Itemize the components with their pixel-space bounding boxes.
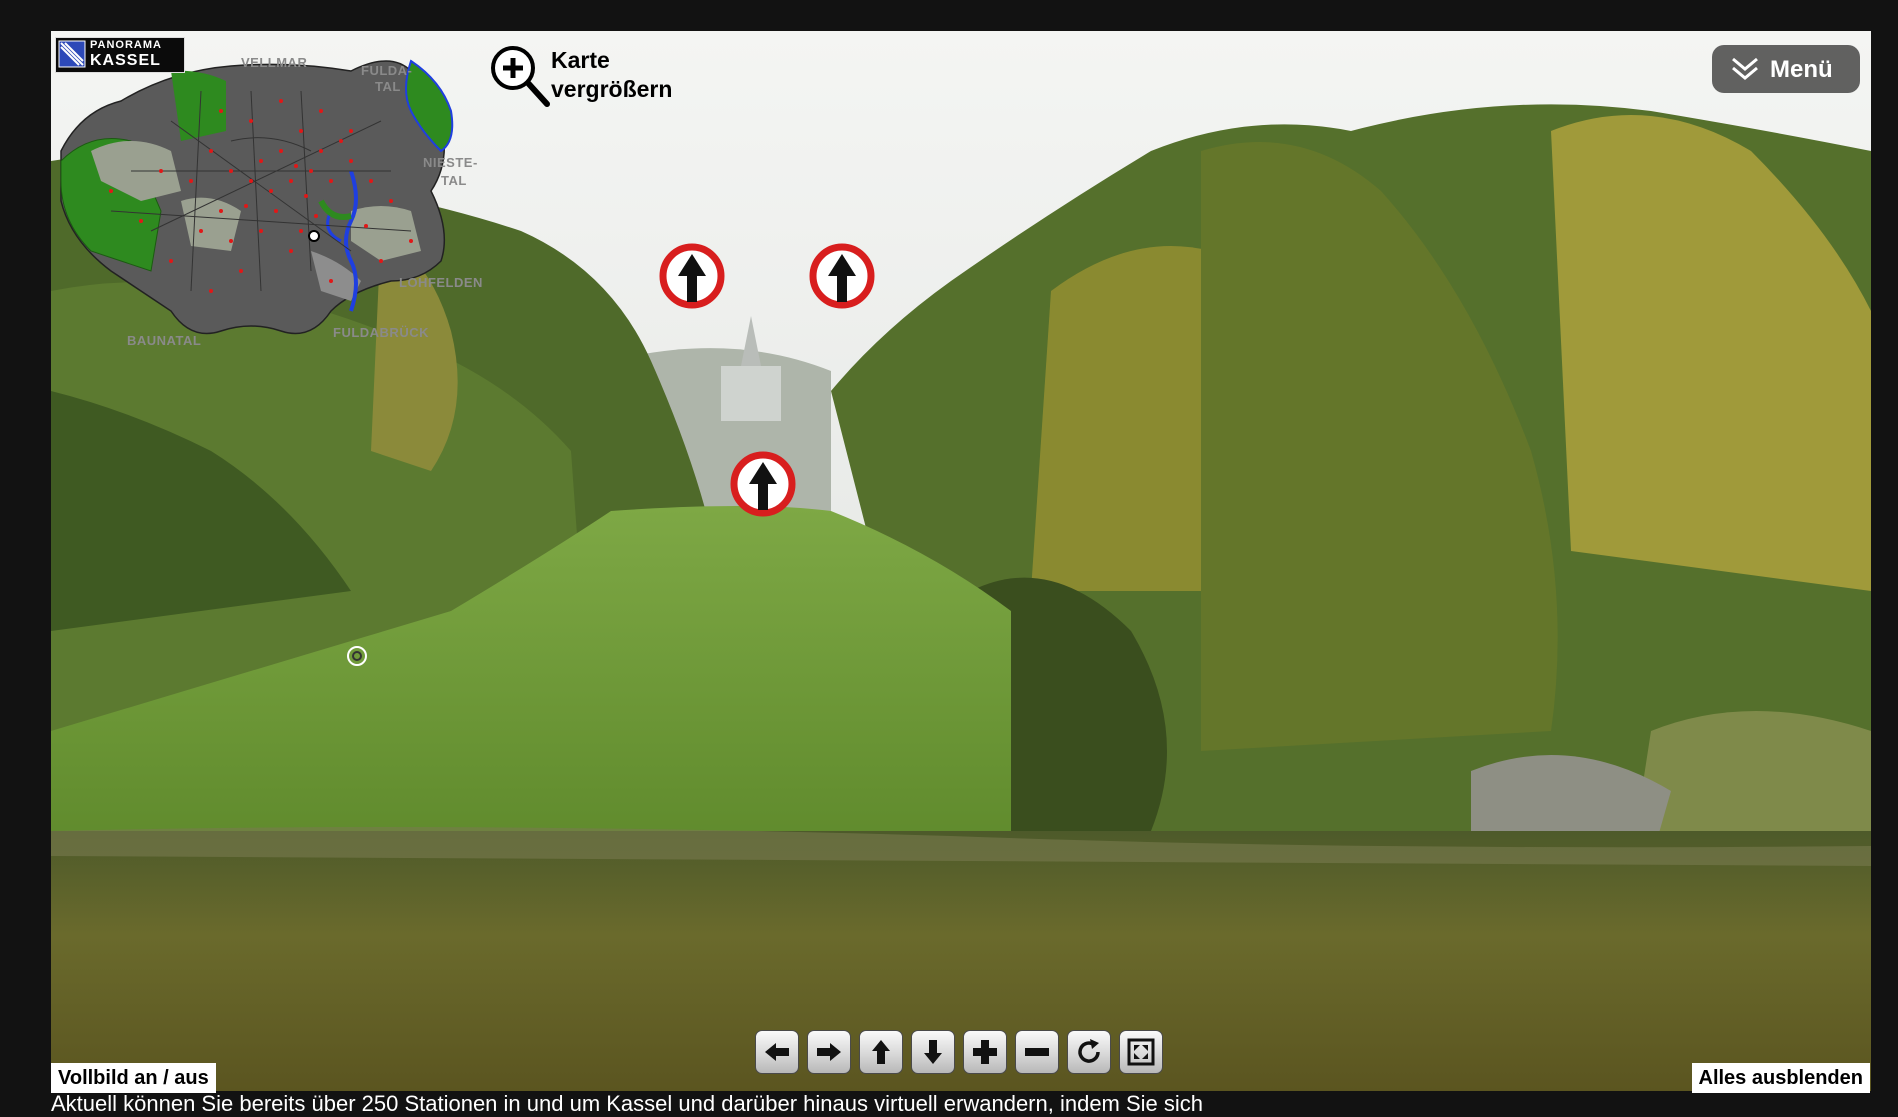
zoom-out-button[interactable] <box>1015 1030 1059 1074</box>
pan-down-button[interactable] <box>911 1030 955 1074</box>
arrow-right-icon <box>817 1043 841 1061</box>
crosshair-icon <box>347 646 367 666</box>
arrow-up-icon <box>872 1040 890 1064</box>
map-label-fulda-tal-1: FULDA- <box>361 63 413 78</box>
arrow-down-icon <box>924 1040 942 1064</box>
panorama-viewer[interactable]: PANORAMA KASSEL VELLMAR FULDA- TAL NIEST… <box>51 31 1871 1091</box>
map-label-nieste-tal-1: NIESTE- <box>423 155 478 170</box>
fullscreen-text-button[interactable]: Vollbild an / aus <box>51 1063 216 1093</box>
navigation-controls <box>755 1030 1175 1076</box>
forward-arrow-hotspot-icon <box>659 243 725 309</box>
map-label-lohfelden: LOHFELDEN <box>399 275 483 290</box>
nav-hotspot-3[interactable] <box>729 450 797 518</box>
logo-top-text: PANORAMA <box>90 39 162 51</box>
panorama-kassel-logo[interactable]: PANORAMA KASSEL <box>55 37 185 73</box>
fullscreen-toggle-button[interactable] <box>1119 1030 1163 1074</box>
map-label-nieste-tal-2: TAL <box>441 173 467 188</box>
pan-left-button[interactable] <box>755 1030 799 1074</box>
map-label-fulda-tal-2: TAL <box>375 79 401 94</box>
rotate-icon <box>1078 1039 1100 1063</box>
arrow-left-icon <box>765 1043 789 1061</box>
double-chevron-down-icon <box>1732 57 1758 80</box>
nav-hotspot-2[interactable] <box>808 242 876 310</box>
map-label-baunatal: BAUNATAL <box>127 333 202 348</box>
overview-map[interactable]: PANORAMA KASSEL VELLMAR FULDA- TAL NIEST… <box>51 31 491 361</box>
enlarge-map-button[interactable]: Karte vergrößern <box>489 44 729 114</box>
hide-all-button[interactable]: Alles ausblenden <box>1691 1063 1870 1093</box>
nav-hotspot-1[interactable] <box>658 242 726 310</box>
zoom-in-magnifier-icon <box>491 46 550 107</box>
forward-arrow-hotspot-icon <box>809 243 875 309</box>
menu-label: Menü <box>1770 56 1833 83</box>
zoom-in-button[interactable] <box>963 1030 1007 1074</box>
autorotate-button[interactable] <box>1067 1030 1111 1074</box>
menu-button[interactable]: Menü <box>1712 45 1860 93</box>
forward-arrow-hotspot-icon <box>730 451 796 517</box>
plus-icon <box>973 1040 997 1064</box>
minus-icon <box>1025 1048 1049 1056</box>
enlarge-map-label: Karte vergrößern <box>551 47 673 102</box>
map-label-vellmar: VELLMAR <box>241 55 308 70</box>
map-label-fuldabrueck: FULDABRÜCK <box>333 325 429 340</box>
pan-right-button[interactable] <box>807 1030 851 1074</box>
kassel-crest-icon <box>58 40 86 68</box>
expand-icon <box>1127 1038 1155 1066</box>
logo-bottom-text: KASSEL <box>90 52 161 69</box>
pan-up-button[interactable] <box>859 1030 903 1074</box>
info-text: Aktuell können Sie bereits über 250 Stat… <box>51 1091 1204 1116</box>
